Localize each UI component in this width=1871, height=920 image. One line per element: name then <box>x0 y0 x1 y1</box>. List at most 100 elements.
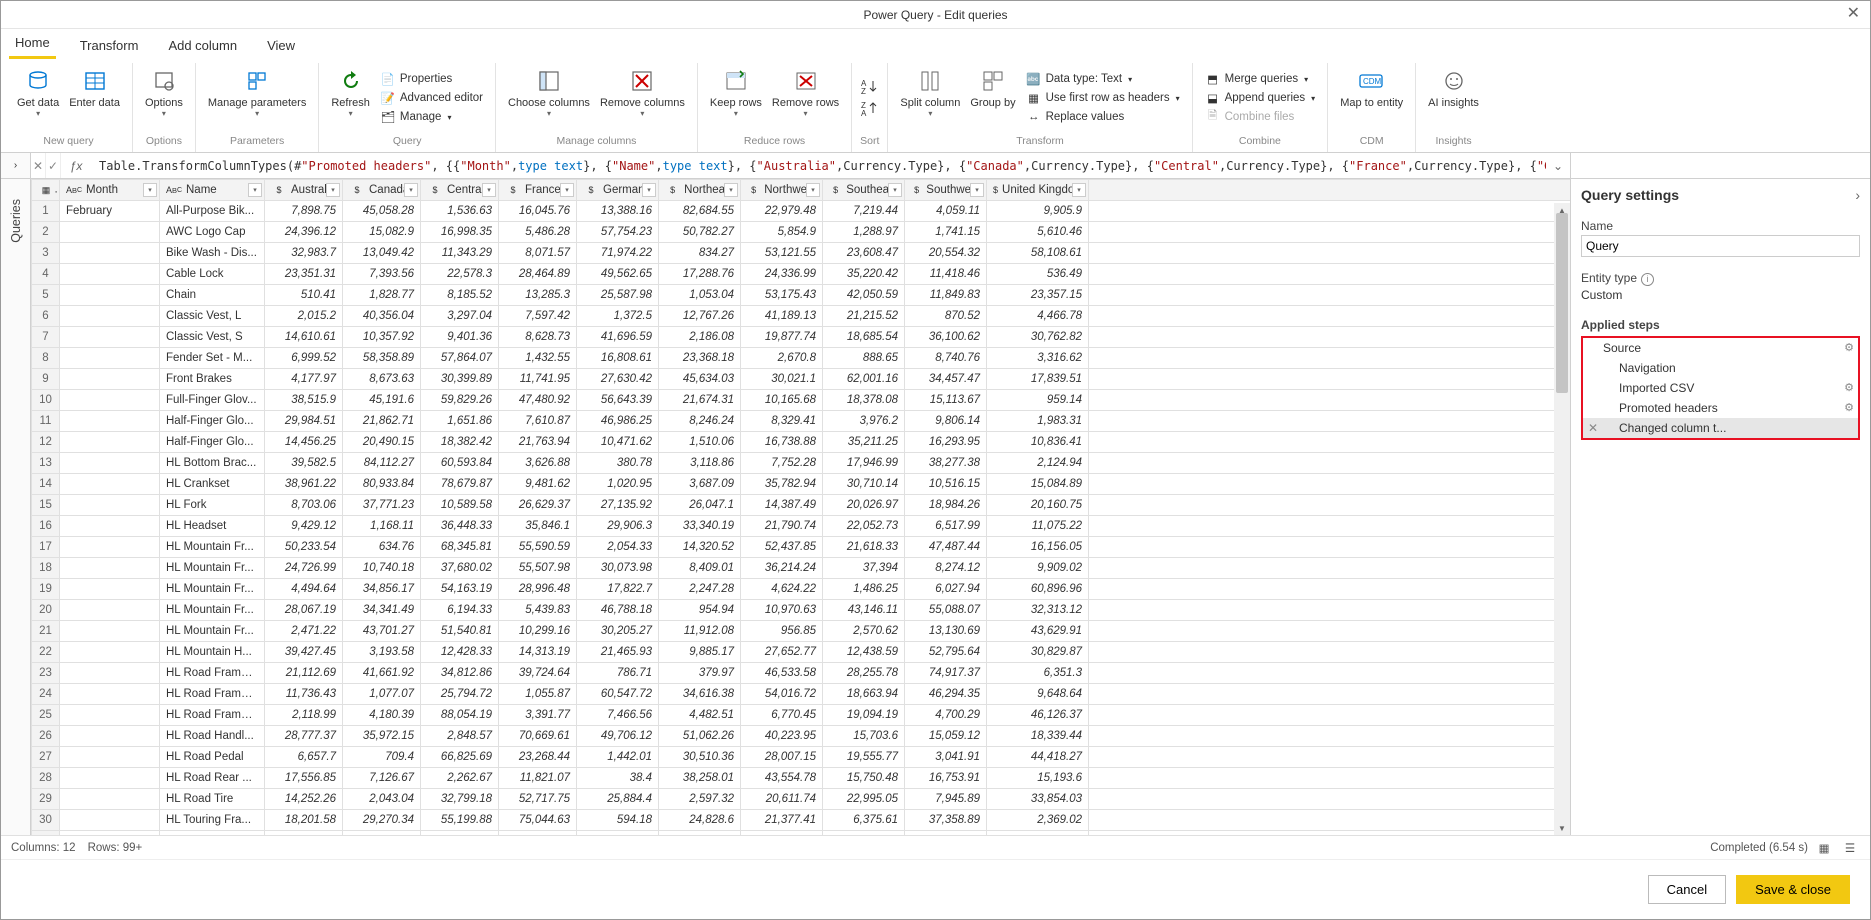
cell[interactable] <box>60 600 160 621</box>
cell[interactable]: 47,487.44 <box>905 537 987 558</box>
filter-dropdown-icon[interactable]: ▾ <box>326 183 340 197</box>
cell[interactable]: 18,382.42 <box>421 432 499 453</box>
cell[interactable]: 45,191.6 <box>343 390 421 411</box>
table-row[interactable]: 15HL Fork8,703.0637,771.2310,589.5826,62… <box>32 495 1571 516</box>
cell[interactable]: 1,077.07 <box>343 684 421 705</box>
table-row[interactable]: 28HL Road Rear ...17,556.857,126.672,262… <box>32 768 1571 789</box>
cell[interactable]: 50,782.27 <box>659 222 741 243</box>
cancel-button[interactable]: Cancel <box>1648 875 1726 904</box>
cell[interactable]: Half-Finger Glo... <box>160 411 265 432</box>
merge-queries-button[interactable]: ⬒Merge queries▾ <box>1201 70 1320 88</box>
fx-icon[interactable]: ƒx <box>61 153 91 178</box>
cell[interactable]: 959.14 <box>987 390 1089 411</box>
cell[interactable] <box>60 579 160 600</box>
cell[interactable]: 11,821.07 <box>499 768 577 789</box>
column-header-month[interactable]: ABCMonth▾ <box>60 180 160 201</box>
table-row[interactable]: 9Front Brakes4,177.978,673.6330,399.8911… <box>32 369 1571 390</box>
cell[interactable]: 46,533.58 <box>741 663 823 684</box>
column-header-name[interactable]: ABCName▾ <box>160 180 265 201</box>
cell[interactable]: 7,219.44 <box>823 201 905 222</box>
tab-view[interactable]: View <box>261 34 301 59</box>
cell[interactable]: 39,582.5 <box>265 453 343 474</box>
cell[interactable]: 45,058.28 <box>343 201 421 222</box>
cell[interactable]: 36,448.33 <box>421 516 499 537</box>
column-header-france[interactable]: $France▾ <box>499 180 577 201</box>
cell[interactable]: HL Road Rear ... <box>160 768 265 789</box>
cell[interactable] <box>60 285 160 306</box>
cell[interactable]: 536.49 <box>987 264 1089 285</box>
applied-step[interactable]: Promoted headers⚙ <box>1583 398 1858 418</box>
cell[interactable]: 16,998.35 <box>421 222 499 243</box>
tab-add-column[interactable]: Add column <box>162 34 243 59</box>
row-number[interactable]: 5 <box>32 285 60 306</box>
cell[interactable]: 11,912.08 <box>659 621 741 642</box>
cell[interactable]: 6,770.45 <box>741 705 823 726</box>
cell[interactable]: 1,828.77 <box>343 285 421 306</box>
cell[interactable]: 49,706.12 <box>577 726 659 747</box>
cell[interactable]: 7,126.67 <box>343 768 421 789</box>
cell[interactable]: 14,387.49 <box>741 495 823 516</box>
table-row[interactable]: 16HL Headset9,429.121,168.1136,448.3335,… <box>32 516 1571 537</box>
cell[interactable]: 8,030.2 <box>499 831 577 836</box>
cell[interactable]: 80,933.84 <box>343 474 421 495</box>
table-row[interactable]: 18HL Mountain Fr...24,726.9910,740.1837,… <box>32 558 1571 579</box>
cell[interactable]: AWC Logo Cap <box>160 222 265 243</box>
cell[interactable]: 16,753.91 <box>905 768 987 789</box>
row-number[interactable]: 25 <box>32 705 60 726</box>
cell[interactable]: 26,047.1 <box>659 495 741 516</box>
table-row[interactable]: 2AWC Logo Cap24,396.1215,082.916,998.355… <box>32 222 1571 243</box>
cell[interactable] <box>60 495 160 516</box>
cell[interactable]: 59,070.96 <box>265 831 343 836</box>
cell[interactable]: 6,351.3 <box>987 663 1089 684</box>
cell[interactable]: 55,507.98 <box>499 558 577 579</box>
cell[interactable]: 52,437.85 <box>741 537 823 558</box>
cell[interactable]: 62,001.16 <box>823 369 905 390</box>
cell[interactable]: 57,754.23 <box>577 222 659 243</box>
row-number[interactable]: 18 <box>32 558 60 579</box>
cell[interactable]: 2,015.2 <box>265 306 343 327</box>
table-row[interactable]: 4Cable Lock23,351.317,393.5622,578.328,4… <box>32 264 1571 285</box>
cell[interactable]: 33,960.64 <box>659 831 741 836</box>
cell[interactable]: 870.52 <box>905 306 987 327</box>
cell[interactable]: 17,822.7 <box>577 579 659 600</box>
cell[interactable]: 20,554.32 <box>905 243 987 264</box>
cell[interactable]: 38,961.22 <box>265 474 343 495</box>
cell[interactable] <box>60 306 160 327</box>
cell[interactable] <box>60 453 160 474</box>
cell[interactable]: 1,020.95 <box>577 474 659 495</box>
delete-step-icon[interactable]: ✕ <box>1587 421 1599 435</box>
cell[interactable] <box>60 243 160 264</box>
cell[interactable]: 15,193.6 <box>987 768 1089 789</box>
replace-values-button[interactable]: ↔Replace values <box>1022 108 1184 126</box>
filter-dropdown-icon[interactable]: ▾ <box>1072 183 1086 197</box>
cell[interactable] <box>60 348 160 369</box>
column-header-southwest[interactable]: $Southwest▾ <box>905 180 987 201</box>
cell[interactable]: 10,165.68 <box>741 390 823 411</box>
cell[interactable]: 25,794.72 <box>421 684 499 705</box>
cell[interactable]: 33,340.19 <box>659 516 741 537</box>
table-row[interactable]: 6Classic Vest, L2,015.240,356.043,297.04… <box>32 306 1571 327</box>
cell[interactable]: 14,252.26 <box>265 789 343 810</box>
cell[interactable]: 43,554.78 <box>741 768 823 789</box>
cell[interactable]: HL Mountain Fr... <box>160 621 265 642</box>
cell[interactable]: 13,049.42 <box>343 243 421 264</box>
cell[interactable]: 34,341.49 <box>343 600 421 621</box>
cell[interactable]: 12,438.59 <box>823 642 905 663</box>
column-header-northeast[interactable]: $Northeast▾ <box>659 180 741 201</box>
type-icon[interactable]: $ <box>349 183 365 197</box>
cell[interactable]: 30,399.89 <box>421 369 499 390</box>
cell[interactable]: 3,118.86 <box>659 453 741 474</box>
cell[interactable]: HL Fork <box>160 495 265 516</box>
cell[interactable]: 37,771.23 <box>343 495 421 516</box>
cell[interactable]: 21,618.33 <box>823 537 905 558</box>
keep-rows-button[interactable]: Keep rows▾ <box>706 65 766 131</box>
scroll-down-icon[interactable]: ▼ <box>1554 821 1570 835</box>
cell[interactable]: 18,663.94 <box>823 684 905 705</box>
table-row[interactable]: 26HL Road Handl...28,777.3735,972.152,84… <box>32 726 1571 747</box>
cell[interactable]: 42,050.59 <box>823 285 905 306</box>
cell[interactable]: Classic Vest, L <box>160 306 265 327</box>
cell[interactable]: Chain <box>160 285 265 306</box>
cell[interactable]: HL Road Handl... <box>160 726 265 747</box>
cell[interactable]: 28,255.78 <box>823 663 905 684</box>
cell[interactable]: 40,223.95 <box>741 726 823 747</box>
